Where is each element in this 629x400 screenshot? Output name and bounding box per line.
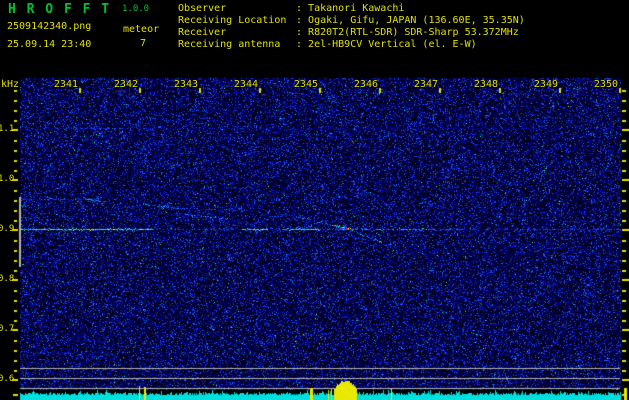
info-label: Receiving antenna xyxy=(178,39,281,50)
station-info-location: Receiving Location: Ogaki, Gifu, JAPAN (… xyxy=(178,15,525,26)
station-info-antenna: Receiving antenna: 2el-HB9CV Vertical (e… xyxy=(178,39,477,50)
hrofft-window: H R O F F T 1.0.0 2509142340.png meteor … xyxy=(0,0,629,400)
time-tick-label: 2349 xyxy=(533,79,558,90)
freq-tick-label: 1.1 xyxy=(0,124,15,134)
time-tick-label: 2348 xyxy=(473,79,498,90)
freq-tick-label: 1.0 xyxy=(0,174,15,184)
time-tick-label: 2350 xyxy=(593,79,618,90)
observation-mode-label: meteor xyxy=(123,24,160,35)
station-info-observer: Observer: Takanori Kawachi xyxy=(178,3,405,14)
info-label: Receiving Location xyxy=(178,15,287,26)
info-label: Receiver xyxy=(178,27,227,38)
time-tick-label: 2341 xyxy=(53,79,78,90)
output-filename: 2509142340.png xyxy=(7,21,92,32)
time-tick-label: 2344 xyxy=(233,79,258,90)
station-info-receiver: Receiver: R820T2(RTL-SDR) SDR-Sharp 53.3… xyxy=(178,27,519,38)
info-value: R820T2(RTL-SDR) SDR-Sharp 53.372MHz xyxy=(308,27,519,38)
freq-tick-label: 0.8 xyxy=(0,274,15,284)
freq-tick-label: 0.7 xyxy=(0,324,15,334)
echo-count-value: 7 xyxy=(140,38,147,49)
time-tick-label: 2343 xyxy=(173,79,198,90)
time-tick-label: 2345 xyxy=(293,79,318,90)
time-tick-label: 2342 xyxy=(113,79,138,90)
info-value: Takanori Kawachi xyxy=(308,3,405,14)
info-value: 2el-HB9CV Vertical (el. E-W) xyxy=(308,39,477,50)
app-version: 1.0.0 xyxy=(122,4,150,14)
freq-tick-label: 0.6 xyxy=(0,374,15,384)
observation-datetime: 25.09.14 23:40 xyxy=(7,39,92,50)
freq-tick-label: 0.9 xyxy=(0,224,15,234)
freq-axis-unit-label: kHz xyxy=(1,79,20,90)
time-tick-label: 2346 xyxy=(353,79,378,90)
app-title: H R O F F T xyxy=(8,2,111,17)
info-label: Observer xyxy=(178,3,227,14)
info-value: Ogaki, Gifu, JAPAN (136.60E, 35.35N) xyxy=(308,15,525,26)
spectrogram-canvas xyxy=(0,0,629,400)
time-tick-label: 2347 xyxy=(413,79,438,90)
